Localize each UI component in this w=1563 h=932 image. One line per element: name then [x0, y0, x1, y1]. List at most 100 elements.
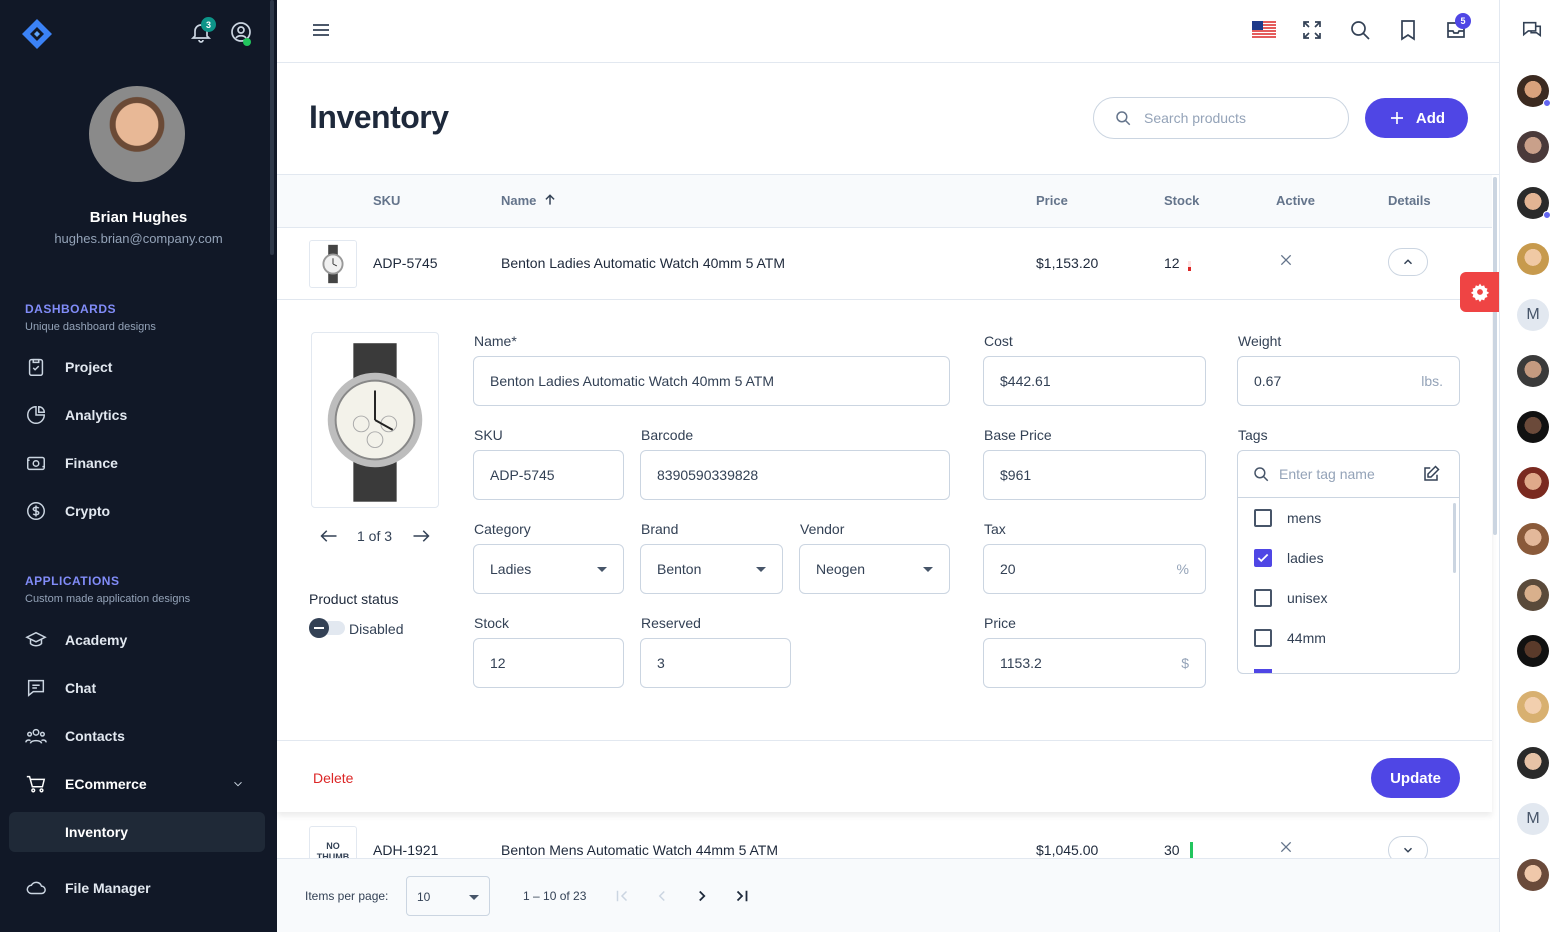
- nav-item-analytics[interactable]: Analytics: [9, 395, 265, 435]
- nav-item-crypto[interactable]: Crypto: [9, 491, 265, 531]
- arrow-left-icon[interactable]: [320, 529, 338, 543]
- tag-label: unisex: [1287, 590, 1328, 606]
- checkbox[interactable]: [1254, 509, 1272, 527]
- stock-value: 12: [490, 655, 506, 671]
- product-status-label: Product status: [309, 591, 399, 607]
- tags-label: Tags: [1238, 427, 1268, 443]
- column-details: Details: [1388, 193, 1431, 208]
- product-image[interactable]: [311, 332, 439, 508]
- price-input[interactable]: 1153.2 $: [983, 638, 1206, 688]
- contact-avatar[interactable]: [1517, 467, 1549, 499]
- next-page-icon[interactable]: [693, 887, 711, 905]
- previous-page-icon[interactable]: [653, 887, 671, 905]
- stock-input[interactable]: 12: [473, 638, 624, 688]
- checkbox[interactable]: [1254, 629, 1272, 647]
- currency-dollar-icon: [27, 502, 45, 520]
- contact-avatar[interactable]: [1517, 747, 1549, 779]
- column-price[interactable]: Price: [1036, 193, 1068, 208]
- tag-search-input[interactable]: Enter tag name: [1238, 451, 1459, 498]
- tags-scrollbar[interactable]: [1453, 503, 1456, 573]
- column-name[interactable]: Name: [501, 193, 536, 208]
- items-per-page-label: Items per page:: [305, 889, 389, 903]
- collapse-details-button[interactable]: [1388, 248, 1428, 276]
- table-row[interactable]: NO THUMB ADH-1921 Benton Mens Automatic …: [277, 812, 1492, 858]
- contact-avatar[interactable]: [1517, 691, 1549, 723]
- reserved-input[interactable]: 3: [640, 638, 791, 688]
- cloud-icon: [26, 881, 46, 895]
- nav-item-contacts[interactable]: Contacts: [9, 716, 265, 756]
- base-price-input[interactable]: $961: [983, 450, 1206, 500]
- table-scrollbar[interactable]: [1493, 177, 1497, 535]
- contact-avatar[interactable]: [1517, 243, 1549, 275]
- first-page-icon[interactable]: [613, 887, 631, 905]
- last-page-icon[interactable]: [733, 887, 751, 905]
- search-icon[interactable]: [1348, 18, 1372, 42]
- user-avatar[interactable]: [89, 86, 185, 182]
- contact-avatar[interactable]: [1517, 411, 1549, 443]
- column-stock[interactable]: Stock: [1164, 193, 1199, 208]
- checkbox[interactable]: [1254, 589, 1272, 607]
- tag-option-mens[interactable]: mens: [1254, 509, 1321, 527]
- nav-item-finance[interactable]: Finance: [9, 443, 265, 483]
- contact-avatar[interactable]: [1517, 579, 1549, 611]
- vendor-label: Vendor: [800, 521, 845, 537]
- product-detail-panel: 1 of 3 Product status Disabled Name* Ben…: [277, 300, 1492, 812]
- tag-search-placeholder: Enter tag name: [1279, 466, 1375, 482]
- barcode-input[interactable]: 8390590339828: [640, 450, 950, 500]
- brand-select[interactable]: Benton: [640, 544, 783, 594]
- vendor-select[interactable]: Neogen: [799, 544, 950, 594]
- sort-arrow-up-icon[interactable]: [543, 193, 557, 207]
- table-row[interactable]: ADP-5745 Benton Ladies Automatic Watch 4…: [277, 228, 1492, 300]
- edit-icon[interactable]: [1422, 465, 1440, 483]
- row-name: Benton Ladies Automatic Watch 40mm 5 ATM: [501, 255, 786, 271]
- menu-hamburger-icon[interactable]: [309, 18, 333, 42]
- bookmark-icon[interactable]: [1396, 18, 1420, 42]
- nav-item-chat[interactable]: Chat: [9, 668, 265, 708]
- contact-avatar[interactable]: [1517, 523, 1549, 555]
- expand-details-button[interactable]: [1388, 836, 1428, 858]
- nav-item-inventory[interactable]: Inventory: [9, 812, 265, 852]
- column-active[interactable]: Active: [1276, 193, 1315, 208]
- tag-option-unisex[interactable]: unisex: [1254, 589, 1327, 607]
- search-input[interactable]: Search products: [1093, 97, 1349, 139]
- tag-option-44mm[interactable]: 44mm: [1254, 629, 1326, 647]
- sku-input[interactable]: ADP-5745: [473, 450, 624, 500]
- app-logo-icon[interactable]: [20, 17, 54, 51]
- row-sku: ADH-1921: [373, 842, 439, 858]
- category-select[interactable]: Ladies: [473, 544, 624, 594]
- arrow-right-icon[interactable]: [412, 529, 430, 543]
- chat-bubble-icon: [27, 679, 45, 697]
- row-sku: ADP-5745: [373, 255, 438, 271]
- contact-avatar[interactable]: [1517, 635, 1549, 667]
- nav-label: Chat: [65, 680, 97, 696]
- weight-input[interactable]: 0.67 lbs.: [1237, 356, 1460, 406]
- tax-input[interactable]: 20%: [983, 544, 1206, 594]
- dropdown-caret-icon: [597, 567, 607, 572]
- nav-item-file-manager[interactable]: File Manager: [9, 868, 265, 908]
- fullscreen-icon[interactable]: [1300, 18, 1324, 42]
- name-input[interactable]: Benton Ladies Automatic Watch 40mm 5 ATM: [473, 356, 950, 406]
- contact-initials-avatar[interactable]: M: [1517, 803, 1549, 835]
- status-toggle[interactable]: [309, 618, 345, 638]
- plus-icon: [1390, 112, 1403, 124]
- tag-label: 44mm: [1287, 630, 1326, 646]
- update-button[interactable]: Update: [1371, 758, 1460, 798]
- items-per-page-select[interactable]: 10: [406, 876, 490, 916]
- contact-avatar[interactable]: [1517, 859, 1549, 891]
- cost-input[interactable]: $442.61: [983, 356, 1206, 406]
- contact-avatar[interactable]: [1517, 355, 1549, 387]
- column-sku[interactable]: SKU: [373, 193, 400, 208]
- chat-bubbles-icon[interactable]: [1521, 19, 1543, 41]
- price-value: 1153.2: [1000, 655, 1042, 671]
- contact-initials-avatar[interactable]: M: [1517, 299, 1549, 331]
- contact-avatar[interactable]: [1517, 131, 1549, 163]
- add-product-button[interactable]: Add: [1365, 98, 1468, 138]
- nav-item-academy[interactable]: Academy: [9, 620, 265, 660]
- delete-button[interactable]: Delete: [313, 770, 353, 786]
- checkbox-checked[interactable]: [1254, 549, 1272, 567]
- settings-button[interactable]: [1460, 272, 1500, 312]
- nav-item-project[interactable]: Project: [9, 347, 265, 387]
- nav-item-ecommerce[interactable]: ECommerce: [9, 764, 265, 804]
- tag-option-ladies[interactable]: ladies: [1254, 549, 1324, 567]
- us-flag-icon[interactable]: [1252, 21, 1276, 39]
